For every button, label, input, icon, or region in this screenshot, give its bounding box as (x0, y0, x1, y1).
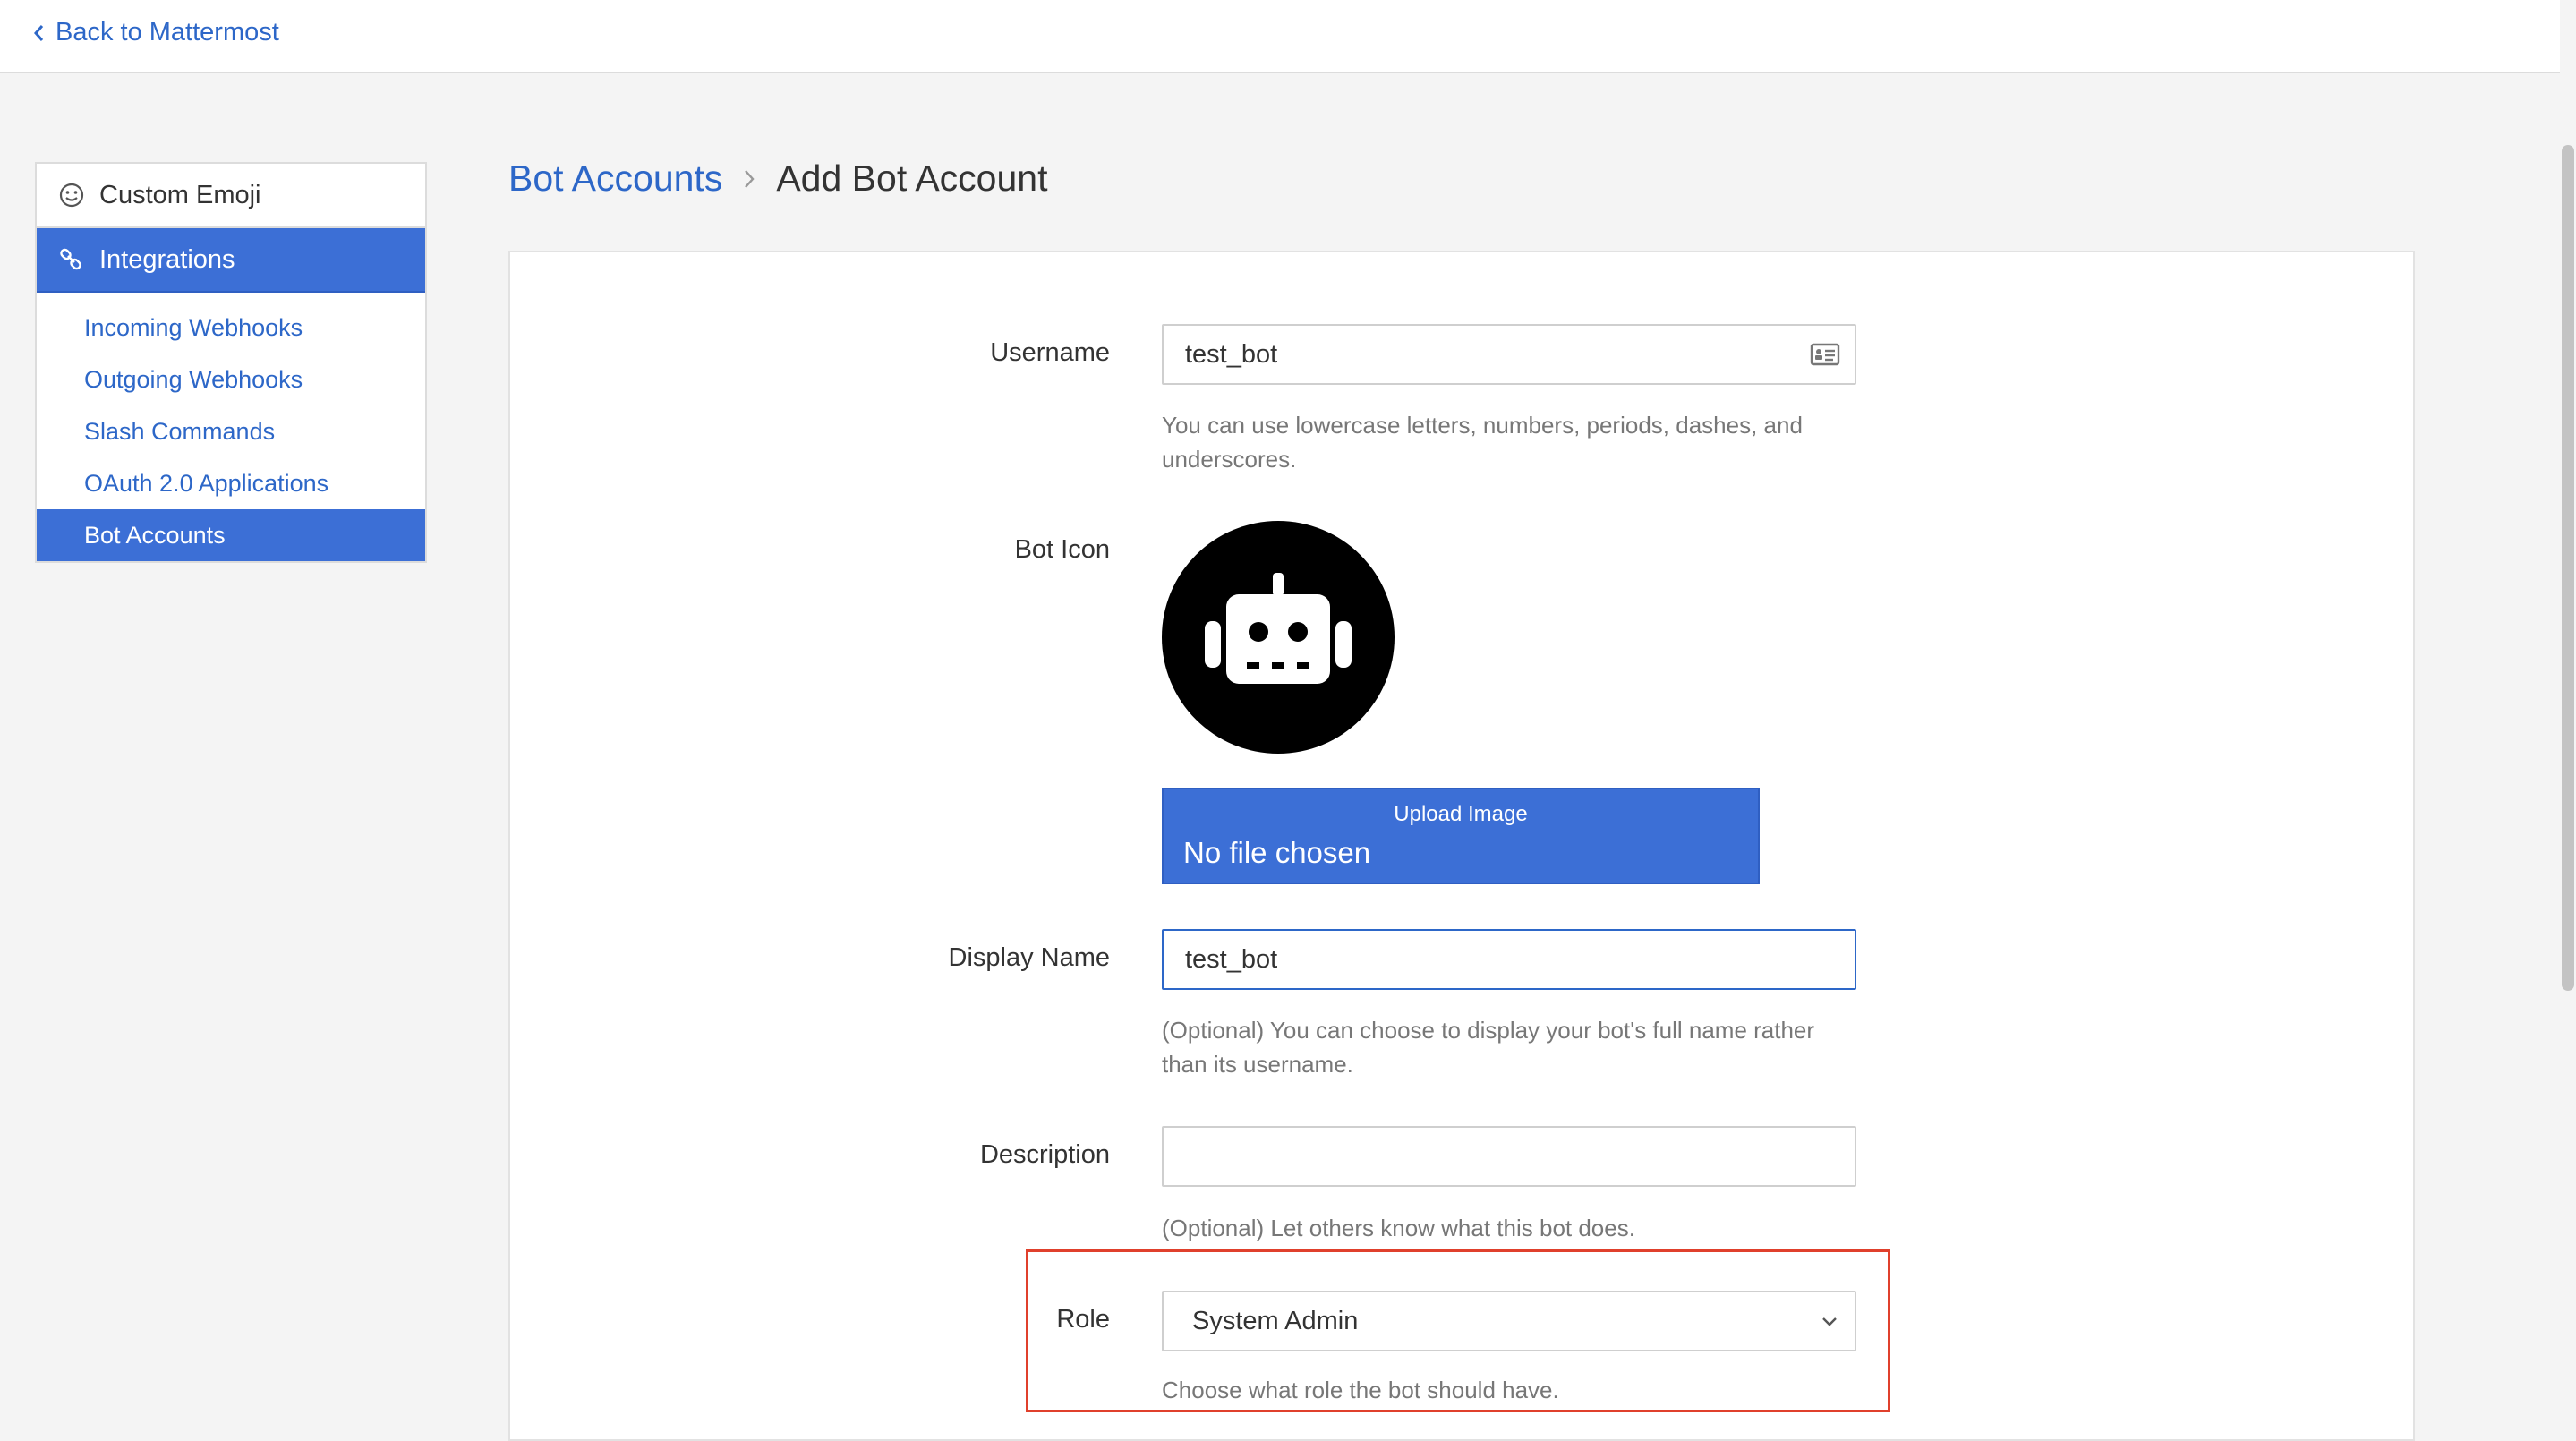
username-help-text: You can use lowercase letters, numbers, … (1162, 412, 1803, 473)
sidebar-item-bot-accounts[interactable]: Bot Accounts (37, 509, 425, 561)
smiley-icon (59, 183, 84, 208)
chevron-down-icon (1822, 1317, 1837, 1326)
role-select[interactable]: System Admin (1162, 1291, 1856, 1351)
page-title: Add Bot Account (776, 158, 1048, 199)
sidebar-item-incoming-webhooks[interactable]: Incoming Webhooks (37, 302, 425, 354)
sidebar-section-label: Integrations (99, 244, 235, 274)
bot-icon-label: Bot Icon (1014, 535, 1110, 564)
breadcrumb: Bot Accounts Add Bot Account (508, 158, 1047, 200)
link-icon (60, 248, 81, 270)
role-help-text: Choose what role the bot should have. (1162, 1377, 1559, 1403)
username-label: Username (990, 338, 1110, 367)
description-label: Description (979, 1140, 1110, 1169)
contact-card-icon (1810, 343, 1840, 366)
back-to-mattermost-link[interactable]: Back to Mattermost (32, 18, 279, 47)
upload-image-button[interactable]: Upload Image No file chosen (1162, 788, 1760, 884)
sidebar-subitems: Incoming Webhooks Outgoing Webhooks Slas… (37, 293, 425, 561)
username-field[interactable]: test_bot (1162, 324, 1856, 385)
username-value: test_bot (1185, 339, 1278, 369)
breadcrumb-bot-accounts-link[interactable]: Bot Accounts (508, 158, 722, 200)
sidebar: Custom Emoji Integrations Incoming Webho… (35, 162, 427, 563)
chevron-right-icon (742, 167, 756, 191)
upload-image-label: Upload Image (1394, 802, 1528, 826)
description-field[interactable] (1162, 1126, 1856, 1187)
sidebar-item-outgoing-webhooks[interactable]: Outgoing Webhooks (37, 354, 425, 405)
robot-icon (1162, 521, 1395, 754)
file-status-text: No file chosen (1183, 836, 1371, 869)
sidebar-section-custom-emoji[interactable]: Custom Emoji (37, 164, 425, 228)
sidebar-section-label: Custom Emoji (99, 180, 261, 209)
display-name-help-text: (Optional) You can choose to display you… (1162, 1017, 1815, 1078)
role-selected-value: System Admin (1192, 1306, 1359, 1335)
page-scrollbar-track[interactable] (2560, 73, 2576, 1423)
description-help-text: (Optional) Let others know what this bot… (1162, 1215, 1635, 1241)
back-link-label: Back to Mattermost (55, 18, 279, 47)
display-name-value: test_bot (1185, 944, 1278, 974)
sidebar-item-slash-commands[interactable]: Slash Commands (37, 405, 425, 457)
page-scrollbar-thumb[interactable] (2562, 145, 2574, 991)
sidebar-section-integrations[interactable]: Integrations (37, 228, 425, 293)
top-bar: Back to Mattermost (0, 0, 2560, 73)
role-label: Role (1056, 1305, 1110, 1334)
display-name-label: Display Name (948, 943, 1111, 972)
display-name-field[interactable]: test_bot (1162, 929, 1856, 990)
chevron-left-icon (34, 24, 44, 41)
sidebar-item-oauth-applications[interactable]: OAuth 2.0 Applications (37, 457, 425, 509)
